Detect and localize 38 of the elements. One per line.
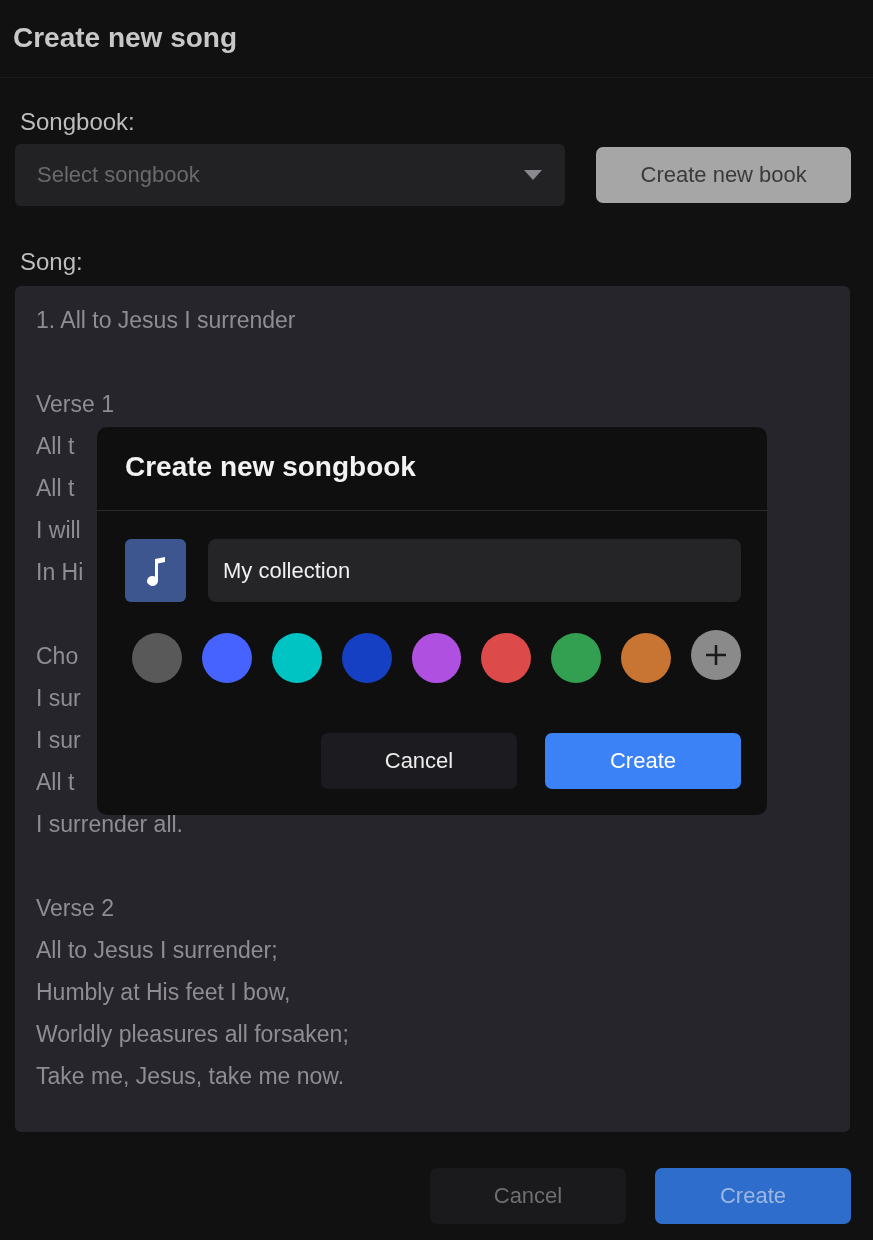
lyric-line: I surrender all. bbox=[36, 810, 183, 839]
field-label: Song: bbox=[20, 248, 83, 276]
cancel-button[interactable]: Cancel bbox=[321, 733, 517, 789]
page-title: Create new song bbox=[13, 22, 238, 54]
lyric-line: All t bbox=[36, 768, 75, 797]
songbook-dropdown[interactable]: Select songbook bbox=[15, 144, 566, 206]
lyric-line: All t bbox=[36, 432, 75, 461]
color-swatch[interactable] bbox=[621, 633, 672, 683]
lyric-line: Take me, Jesus, take me now. bbox=[36, 1062, 345, 1091]
field-label: Songbook: bbox=[20, 108, 135, 136]
lyric-line: I sur bbox=[36, 684, 81, 713]
create-button[interactable]: Create bbox=[655, 1168, 851, 1224]
lyric-line: I sur bbox=[36, 726, 81, 755]
lyric-line: Verse 2 bbox=[36, 894, 114, 923]
lyric-line: Cho bbox=[36, 642, 79, 671]
color-swatch[interactable] bbox=[201, 633, 252, 683]
color-swatch[interactable] bbox=[271, 633, 322, 683]
caret-icon bbox=[523, 169, 544, 181]
dialog-title: Create new songbook bbox=[125, 451, 416, 483]
color-swatch[interactable] bbox=[551, 633, 602, 683]
lyric-line: Humbly at His feet I bow, bbox=[36, 978, 291, 1007]
create-book-button[interactable]: Create new book bbox=[596, 147, 851, 203]
lyric-line: In Hi bbox=[36, 558, 84, 587]
color-swatch[interactable] bbox=[132, 633, 182, 683]
cancel-button[interactable]: Cancel bbox=[430, 1168, 626, 1224]
create-button[interactable]: Create bbox=[545, 733, 741, 789]
name-field[interactable]: My collection bbox=[208, 539, 741, 602]
color-swatch[interactable] bbox=[341, 633, 392, 683]
plus-icon bbox=[704, 643, 729, 667]
add-color-button[interactable] bbox=[691, 630, 741, 680]
lyric-line: All t bbox=[36, 474, 75, 503]
lyric-line: Worldly pleasures all forsaken; bbox=[36, 1020, 349, 1049]
color-swatch[interactable] bbox=[481, 633, 532, 683]
lyric-line: All to Jesus I surrender; bbox=[36, 936, 278, 965]
lyric-line: 1. All to Jesus I surrender bbox=[36, 306, 296, 335]
lyric-line: I will bbox=[36, 516, 81, 545]
lyric-line: Verse 1 bbox=[36, 390, 114, 419]
music-note-icon[interactable] bbox=[125, 539, 186, 602]
